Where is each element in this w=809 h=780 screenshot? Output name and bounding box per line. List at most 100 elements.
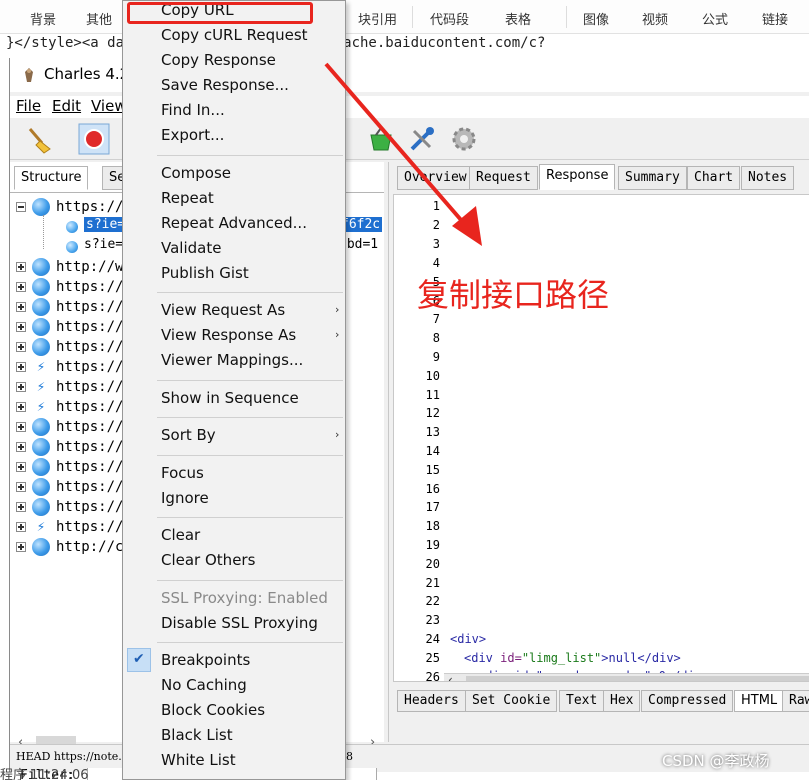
lightning-icon: ⚡: [36, 379, 46, 395]
menu-view-response-as[interactable]: View Response As: [161, 324, 296, 348]
tab-hex[interactable]: Hex: [603, 690, 641, 712]
toolbar-codeblock[interactable]: 代码段: [430, 9, 469, 28]
tools-icon[interactable]: [406, 123, 438, 155]
globe-icon: [32, 438, 50, 456]
tree-subnode-label: s?ie=: [84, 217, 128, 232]
expand-icon[interactable]: [16, 342, 26, 352]
toolbar-formula[interactable]: 公式: [702, 9, 728, 28]
menu-repeat-advanced[interactable]: Repeat Advanced...: [161, 212, 307, 236]
tab-structure[interactable]: Structure: [14, 166, 89, 190]
response-code-view[interactable]: 1 2 3 4 5 6 7 8 9 10 11 12 13 14 15 16 1…: [393, 194, 809, 682]
expand-icon[interactable]: [16, 282, 26, 292]
menu-copy-response[interactable]: Copy Response: [161, 49, 276, 73]
record-icon[interactable]: [78, 123, 110, 155]
menu-export[interactable]: Export...: [161, 124, 224, 148]
gear-icon[interactable]: [448, 123, 480, 155]
background-status-text: 程序 11:24:06: [0, 768, 89, 780]
expand-icon[interactable]: [16, 322, 26, 332]
menu-clear[interactable]: Clear: [161, 524, 200, 548]
globe-icon: [66, 241, 78, 253]
tab-headers[interactable]: Headers: [397, 690, 466, 712]
tab-response[interactable]: Response: [539, 164, 616, 190]
line-number: 18: [425, 519, 440, 533]
menu-ignore[interactable]: Ignore: [161, 487, 209, 511]
submenu-arrow-icon: ›: [335, 328, 340, 341]
toolbar-background[interactable]: 背景: [30, 9, 56, 28]
expand-icon[interactable]: [16, 442, 26, 452]
menu-file[interactable]: File: [16, 97, 41, 115]
expand-icon[interactable]: [16, 382, 26, 392]
expand-icon[interactable]: [16, 422, 26, 432]
menu-show-in-sequence[interactable]: Show in Sequence: [161, 387, 299, 411]
menu-separator: [157, 580, 343, 581]
menu-save-response[interactable]: Save Response...: [161, 74, 289, 98]
scroll-left-arrow[interactable]: ‹: [448, 673, 453, 681]
expand-icon[interactable]: [16, 462, 26, 472]
globe-icon: [32, 318, 50, 336]
menu-white-list[interactable]: White List: [161, 749, 236, 773]
expand-icon[interactable]: [16, 482, 26, 492]
globe-icon: [32, 458, 50, 476]
globe-icon: [32, 298, 50, 316]
lightning-icon: ⚡: [36, 359, 46, 375]
menu-clear-others[interactable]: Clear Others: [161, 549, 255, 573]
toolbar-other[interactable]: 其他: [86, 9, 112, 28]
menu-view-request-as[interactable]: View Request As: [161, 299, 285, 323]
tab-text[interactable]: Text: [559, 690, 605, 712]
lightning-icon: ⚡: [36, 519, 46, 535]
menu-validate[interactable]: Validate: [161, 237, 221, 261]
scroll-thumb[interactable]: [466, 676, 809, 681]
collapse-icon[interactable]: [16, 202, 26, 212]
horizontal-scrollbar[interactable]: ‹: [444, 673, 809, 681]
toolbar-table[interactable]: 表格: [505, 9, 531, 28]
menu-sort-by[interactable]: Sort By: [161, 424, 216, 448]
line-number: 11: [425, 388, 440, 402]
expand-icon[interactable]: [16, 522, 26, 532]
tab-notes[interactable]: Notes: [741, 166, 795, 190]
menu-breakpoints[interactable]: Breakpoints: [161, 649, 250, 673]
broom-icon[interactable]: [22, 123, 54, 155]
menu-edit[interactable]: Edit: [52, 97, 81, 115]
tab-raw[interactable]: Raw: [782, 690, 809, 712]
tab-chart[interactable]: Chart: [687, 166, 741, 190]
menu-no-caching[interactable]: No Caching: [161, 674, 247, 698]
expand-icon[interactable]: [16, 402, 26, 412]
toolbar-link[interactable]: 链接: [762, 9, 788, 28]
menu-disable-ssl-proxying[interactable]: Disable SSL Proxying: [161, 612, 318, 636]
tree-node-label: https://: [56, 359, 124, 375]
tab-compressed[interactable]: Compressed: [641, 690, 734, 712]
menu-viewer-mappings[interactable]: Viewer Mappings...: [161, 349, 303, 373]
menu-file-label: File: [16, 97, 42, 115]
lightning-icon: ⚡: [36, 399, 46, 415]
basket-icon[interactable]: [365, 123, 397, 155]
tab-set-cookie[interactable]: Set Cookie: [465, 690, 558, 712]
menu-find-in[interactable]: Find In...: [161, 99, 225, 123]
expand-icon[interactable]: [16, 502, 26, 512]
tab-request[interactable]: Request: [469, 166, 538, 190]
menu-block-cookies[interactable]: Block Cookies: [161, 699, 265, 723]
menu-copy-curl-request[interactable]: Copy cURL Request: [161, 24, 308, 48]
line-number: 4: [432, 256, 440, 270]
menu-publish-gist[interactable]: Publish Gist: [161, 262, 249, 286]
menu-separator: [157, 642, 343, 643]
line-number: 25: [425, 651, 440, 665]
menu-black-list[interactable]: Black List: [161, 724, 233, 748]
tab-html[interactable]: HTML: [734, 690, 785, 712]
menu-focus[interactable]: Focus: [161, 462, 204, 486]
toolbar-blockquote[interactable]: 块引用: [358, 9, 397, 28]
toolbar-video[interactable]: 视频: [642, 9, 668, 28]
tab-overview[interactable]: Overview: [397, 166, 474, 190]
tree-node-label: https://: [56, 519, 124, 535]
line-number: 14: [425, 444, 440, 458]
expand-icon[interactable]: [16, 362, 26, 372]
menu-compose[interactable]: Compose: [161, 162, 231, 186]
expand-icon[interactable]: [16, 542, 26, 552]
expand-icon[interactable]: [16, 262, 26, 272]
menu-repeat[interactable]: Repeat: [161, 187, 214, 211]
expand-icon[interactable]: [16, 302, 26, 312]
tab-summary[interactable]: Summary: [618, 166, 687, 190]
code-token: id=: [500, 651, 522, 665]
globe-icon: [32, 338, 50, 356]
highlight-box: [127, 2, 313, 24]
toolbar-image[interactable]: 图像: [583, 9, 609, 28]
